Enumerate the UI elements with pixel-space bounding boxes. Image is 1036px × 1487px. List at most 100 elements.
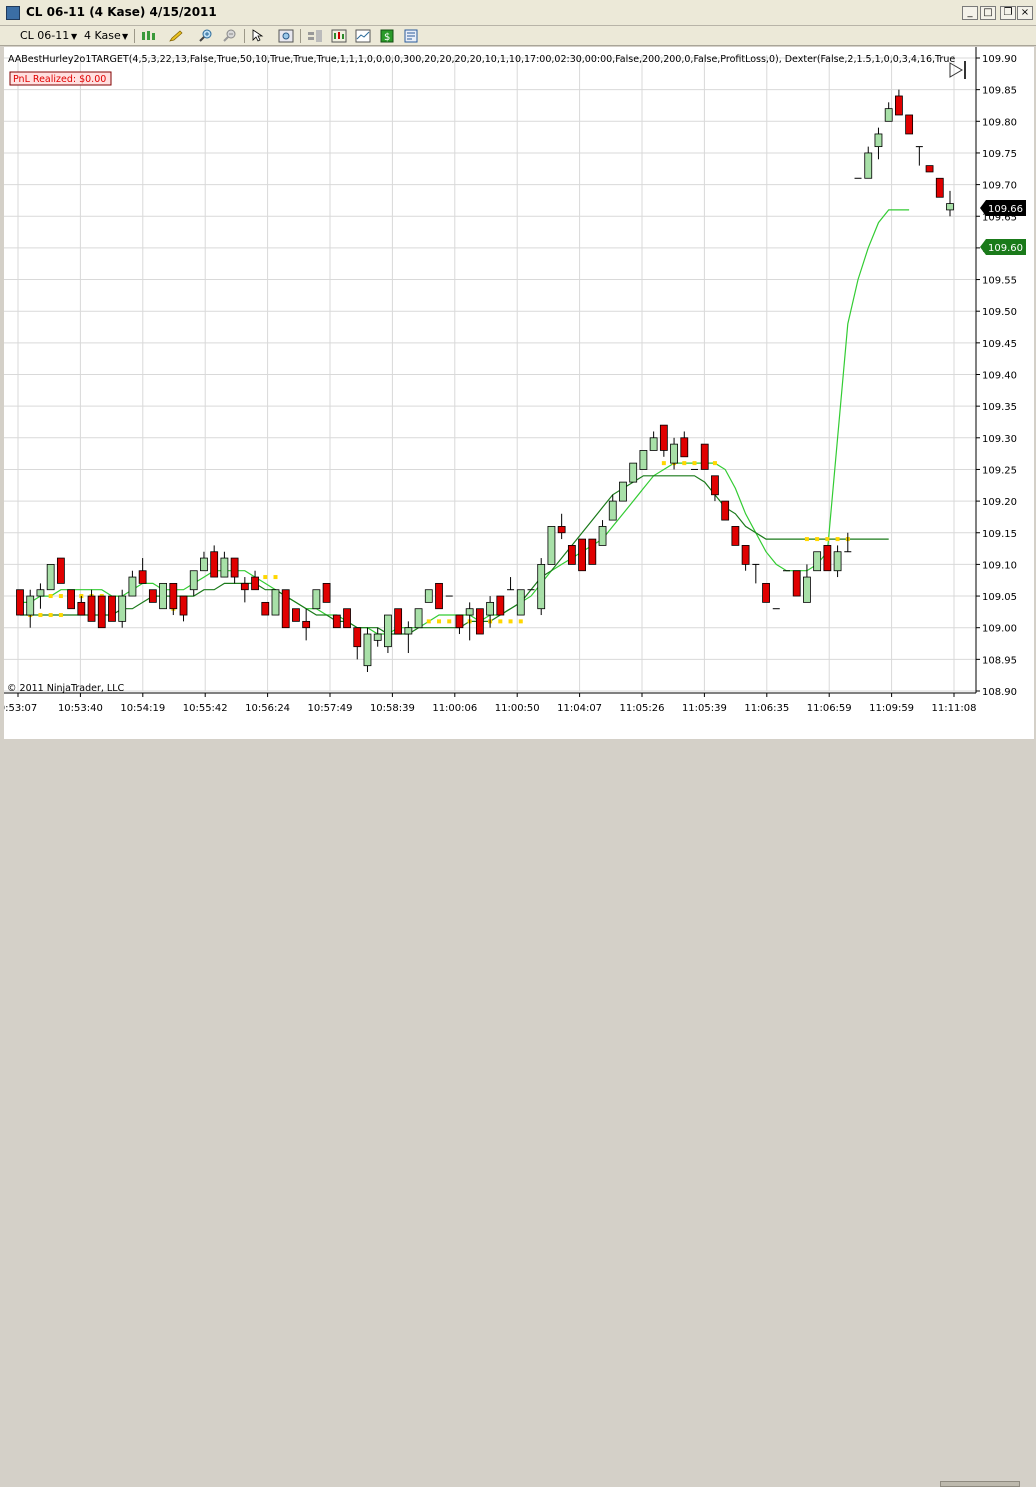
time-tick-label: 10:53:40 — [58, 703, 103, 714]
horizontal-scroll-thumb[interactable] — [940, 1481, 1020, 1487]
stop-dot — [825, 537, 830, 542]
stop-dot — [426, 619, 431, 624]
candle-body — [118, 595, 127, 622]
candle-body — [210, 551, 219, 578]
price-tick-label: 109.25 — [982, 465, 1017, 476]
period-selector[interactable]: 4 Kase — [84, 29, 121, 42]
time-tick-label: 11:09:59 — [869, 703, 914, 714]
restore-button[interactable]: ❐ — [1000, 6, 1016, 20]
time-tick-label: 11:05:26 — [620, 703, 665, 714]
minimize-button[interactable]: _ — [962, 6, 978, 20]
candle — [680, 431, 689, 458]
candle — [251, 570, 259, 591]
template-icon[interactable] — [403, 29, 419, 43]
price-axis: 109.90109.85109.80109.75109.70109.65109.… — [976, 54, 1017, 698]
price-tick-label: 109.85 — [982, 86, 1017, 97]
maximize-button[interactable]: □ — [980, 6, 996, 20]
stop-dot — [273, 575, 278, 580]
candle — [77, 596, 86, 616]
zoom-out-icon[interactable] — [222, 29, 238, 43]
candle — [762, 582, 770, 603]
bar-type-icon[interactable] — [140, 29, 156, 43]
candle — [189, 570, 198, 597]
candle — [179, 595, 188, 622]
candle-body — [884, 108, 893, 122]
candle-body — [578, 538, 586, 572]
candle-body — [363, 633, 372, 667]
chart-toolbar: CL 06-11 ▼ 4 Kase ▼ $ — [0, 26, 1036, 46]
properties-icon[interactable] — [307, 29, 323, 43]
candle — [302, 608, 311, 641]
time-tick-label: 11:06:59 — [807, 703, 852, 714]
candle — [292, 608, 300, 622]
candle-body — [762, 582, 770, 603]
zoom-in-icon[interactable] — [198, 29, 214, 43]
pnl-icon[interactable]: $ — [379, 29, 395, 43]
candle-body — [823, 545, 832, 572]
toolbar-separator — [134, 29, 135, 43]
chart-panel[interactable]: 109.90 109.85 109.80 109.75 109.70 109.65 109.… — [4, 47, 1034, 739]
candle — [404, 621, 413, 654]
price-tick-label: 109.80 — [982, 117, 1017, 128]
instrument-dropdown-icon[interactable]: ▼ — [71, 32, 77, 41]
candle-body — [108, 595, 116, 622]
period-dropdown-icon[interactable]: ▼ — [122, 32, 128, 41]
candle-body — [404, 627, 413, 635]
instrument-selector[interactable]: CL 06-11 — [20, 29, 69, 42]
candle-body — [629, 462, 638, 483]
candle — [435, 582, 443, 610]
candle-body — [567, 545, 576, 565]
candle — [721, 500, 730, 521]
price-tick-label: 109.20 — [982, 497, 1017, 508]
candle — [332, 614, 341, 629]
scroll-end-icon[interactable] — [949, 62, 963, 78]
candle — [516, 589, 525, 616]
candle-body — [486, 601, 495, 616]
candle — [322, 582, 331, 603]
stop-dot — [48, 594, 53, 599]
candle-body — [721, 500, 730, 521]
chart-style-icon[interactable] — [331, 29, 347, 43]
candle-body — [649, 437, 658, 451]
stop-dot — [835, 537, 840, 542]
candle-body — [16, 589, 24, 616]
data-box-icon[interactable] — [355, 29, 371, 43]
candle-body — [384, 614, 392, 648]
candle — [97, 595, 106, 629]
time-tick-label: 10:58:39 — [370, 703, 415, 714]
candlestick-bars — [16, 89, 954, 673]
time-tick-label: 11:11:08 — [932, 703, 977, 714]
pencil-icon[interactable] — [168, 29, 184, 43]
candle-body — [711, 475, 719, 496]
candle — [475, 608, 484, 635]
candle-body — [935, 177, 944, 198]
stop-dot — [447, 619, 452, 624]
candle — [496, 595, 505, 616]
candle-body — [424, 589, 433, 603]
candle — [353, 627, 362, 660]
candle — [731, 526, 740, 546]
time-tick-label: 10:56:24 — [245, 703, 290, 714]
svg-text:$: $ — [384, 32, 390, 43]
candle — [16, 589, 24, 616]
candle — [240, 577, 249, 603]
close-button[interactable]: × — [1017, 6, 1033, 20]
price-chart[interactable]: 109.90109.85109.80109.75109.70109.65109.… — [4, 47, 1034, 739]
candle — [36, 583, 45, 609]
pointer-icon[interactable] — [250, 29, 266, 43]
magnify-icon[interactable] — [278, 29, 294, 43]
stop-dot — [815, 537, 820, 542]
candle-body — [312, 589, 321, 610]
time-tick-label: 0:53:07 — [4, 703, 37, 714]
candle — [200, 551, 208, 572]
ma-price-label: 109.60 — [988, 243, 1023, 254]
candle — [414, 608, 423, 629]
candle — [925, 165, 934, 173]
candle-body — [159, 582, 167, 610]
candle — [629, 462, 638, 483]
candle — [741, 545, 750, 571]
candle — [567, 545, 576, 565]
candle — [67, 589, 75, 610]
candle-body — [322, 582, 331, 603]
candle-body — [680, 437, 689, 458]
